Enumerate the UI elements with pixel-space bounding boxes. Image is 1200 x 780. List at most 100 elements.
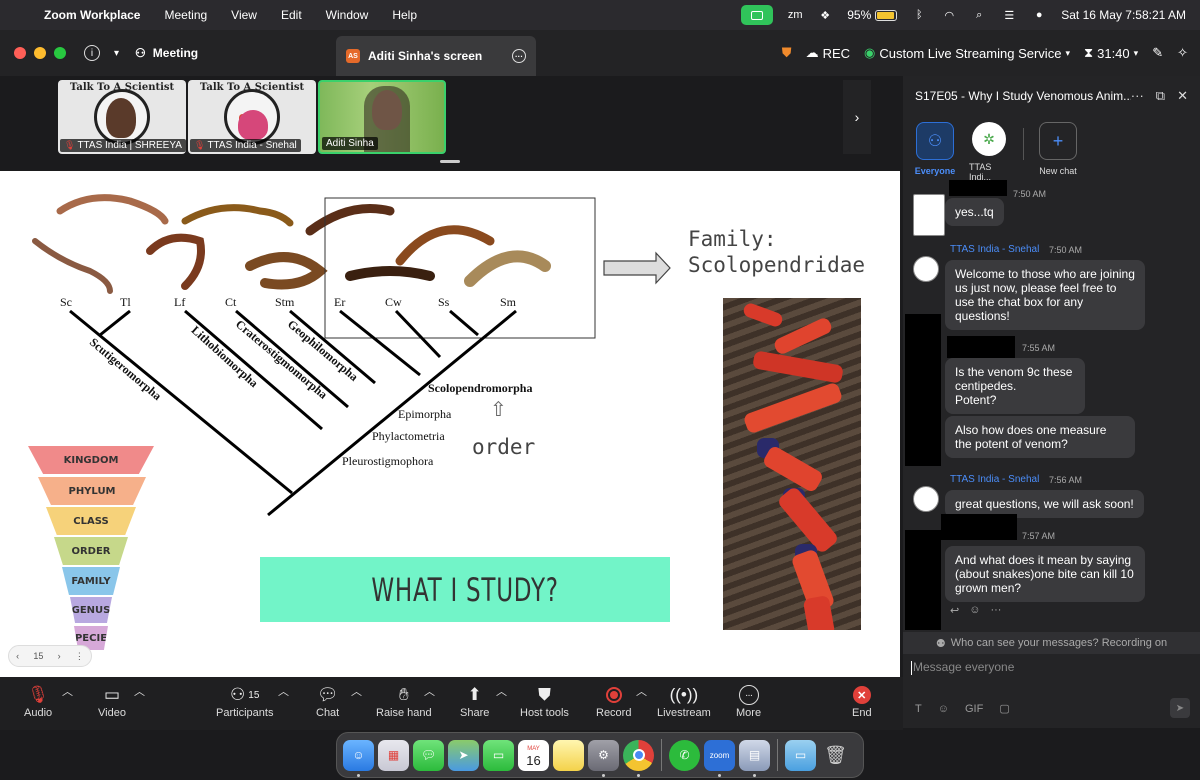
ai-companion-icon[interactable]: ✧ [1177, 45, 1188, 61]
record-button[interactable]: Record [596, 683, 631, 719]
chevron-up-icon[interactable]: ︿ [424, 683, 435, 699]
battery-percent: 95% [847, 8, 872, 22]
chevron-up-icon[interactable]: ︿ [278, 683, 289, 699]
menu-app-name[interactable]: Zoom Workplace [44, 8, 152, 22]
fullscreen-window-button[interactable] [54, 47, 66, 59]
maps-icon[interactable]: ➤ [448, 739, 479, 771]
strip-resize-handle[interactable] [440, 160, 460, 163]
zoom-status-icon[interactable]: zm [787, 8, 803, 22]
close-icon[interactable]: ✕ [1177, 88, 1188, 104]
menu-help[interactable]: Help [392, 8, 429, 22]
participants-button[interactable]: ⚇ 15 Participants [216, 683, 273, 719]
system-settings-icon[interactable]: ⚙ [588, 739, 619, 777]
close-window-button[interactable] [14, 47, 26, 59]
chevron-up-icon[interactable]: ︿ [62, 683, 73, 699]
minimize-window-button[interactable] [34, 47, 46, 59]
recording-indicator[interactable]: ☁ REC [806, 45, 850, 61]
message-sender: TTAS India - Snehal [950, 244, 1040, 255]
messages-icon[interactable]: 💬︎ [413, 739, 444, 771]
chat-input[interactable]: Message everyone [911, 660, 1014, 675]
launchpad-icon[interactable]: ▦ [378, 739, 409, 771]
menu-meeting[interactable]: Meeting [164, 8, 219, 22]
spotlight-search-icon[interactable]: ⌕ [971, 8, 987, 22]
menu-window[interactable]: Window [326, 8, 381, 22]
participant-thumbnail[interactable]: Talk To A Scientist 🎙︎ TTAS India | SHRE… [58, 80, 186, 154]
annotate-pen-icon[interactable]: ✎ [1152, 45, 1163, 61]
more-options-icon[interactable]: ··· [1131, 88, 1144, 104]
control-center-icon[interactable]: ☰ [1001, 8, 1017, 22]
more-options-icon[interactable]: ··· [990, 604, 1001, 617]
shared-slide: Sc Tl Lf Ct Stm Er Cw Ss Sm Scutigeromor… [0, 171, 900, 677]
meeting-controls: 🎙︎ Audio ︿ ▭ Video ︿ ⚇ 15 Participants ︿ … [0, 677, 903, 730]
emoji-react-icon[interactable]: ☺ [969, 604, 980, 617]
trash-icon[interactable]: 🗑︎ [820, 740, 851, 771]
livestream-button[interactable]: ((•)) Livestream [657, 683, 711, 719]
livestream-icon: ((•)) [669, 685, 699, 704]
reply-icon[interactable]: ↩ [950, 604, 959, 617]
zoom-app-icon[interactable]: zoom [704, 739, 735, 777]
facetime-icon[interactable]: ▭ [483, 739, 514, 771]
macos-menubar: Zoom Workplace Meeting View Edit Window … [0, 0, 1200, 30]
whatsapp-icon[interactable]: ✆ [669, 739, 700, 771]
chevron-up-icon[interactable]: ︿ [636, 683, 647, 699]
chevron-right-icon[interactable]: › [843, 80, 871, 154]
send-icon[interactable]: ➤ [1170, 698, 1190, 718]
calendar-icon[interactable]: MAY 16 [518, 739, 549, 771]
emoji-icon[interactable]: ☺ [938, 703, 949, 715]
finder-icon[interactable]: ☺ [343, 739, 374, 777]
chrome-icon[interactable] [623, 739, 654, 777]
chevron-left-icon[interactable]: ‹ [16, 651, 19, 661]
meeting-tab[interactable]: ⚇ Meeting [135, 46, 198, 60]
preview-icon[interactable]: ▤ [739, 739, 770, 777]
control-label: End [852, 707, 872, 719]
active-speaker-thumbnail[interactable]: Aditi Sinha [318, 80, 446, 154]
chevron-up-icon[interactable]: ︿ [496, 683, 507, 699]
chat-button[interactable]: 💬︎ Chat [316, 683, 339, 719]
plus-icon: + [1039, 122, 1077, 160]
wifi-icon[interactable]: ◠ [941, 8, 957, 22]
taxon-label: Sc [60, 295, 72, 309]
notes-icon[interactable] [553, 739, 584, 771]
siri-icon[interactable]: ● [1031, 8, 1047, 22]
file-icon[interactable]: ▢ [999, 702, 1009, 715]
audio-button[interactable]: 🎙︎ Audio [24, 683, 52, 719]
livestream-dropdown[interactable]: ◉ Custom Live Streaming Service ▾ [864, 45, 1070, 61]
menu-view[interactable]: View [231, 8, 269, 22]
channel-label: TTAS Indi... [969, 162, 992, 182]
dropbox-icon[interactable]: ❖ [817, 8, 833, 22]
chevron-up-icon[interactable]: ︿ [134, 683, 145, 699]
video-button[interactable]: ▭ Video [98, 683, 126, 719]
gif-icon[interactable]: GIF [965, 703, 983, 715]
chevron-up-icon[interactable]: ︿ [351, 683, 362, 699]
participant-name: TTAS India - Snehal [207, 140, 297, 151]
bluetooth-icon[interactable]: ᛒ [911, 8, 927, 22]
menu-edit[interactable]: Edit [281, 8, 314, 22]
more-vertical-icon[interactable]: ⋮ [75, 651, 84, 662]
downloads-folder-icon[interactable]: ▭ [785, 739, 816, 771]
end-meeting-button[interactable]: ✕ End [852, 683, 872, 719]
pyramid-phylum: PHYLUM [38, 477, 146, 505]
participant-thumbnail[interactable]: Talk To A Scientist 🎙︎ TTAS India - Sneh… [188, 80, 316, 154]
menubar-status-area: zm ❖ 95% ᛒ ◠ ⌕ ☰ ● Sat 16 May 7:58:21 AM [741, 5, 1200, 25]
more-options-icon[interactable]: ··· [512, 49, 526, 63]
zoom-camera-status-icon[interactable] [741, 5, 774, 25]
meeting-timer[interactable]: ⧗ 31:40 ▾ [1084, 45, 1138, 61]
chevron-down-icon[interactable]: ▾ [114, 48, 119, 59]
battery-status[interactable]: 95% [847, 8, 898, 22]
chat-messages: 7:50 AM yes...tq TTAS India - Snehal 7:5… [903, 180, 1200, 630]
more-button[interactable]: ··· More [736, 683, 761, 719]
privacy-notice[interactable]: ⚉ Who can see your messages? Recording o… [903, 632, 1200, 654]
info-icon[interactable]: i [84, 45, 100, 61]
host-tools-button[interactable]: ⛊ Host tools [520, 683, 569, 719]
menubar-clock[interactable]: Sat 16 May 7:58:21 AM [1061, 8, 1186, 22]
popout-icon[interactable]: ⧉ [1156, 88, 1165, 104]
shared-screen-tab[interactable]: AS Aditi Sinha's screen ··· [336, 36, 536, 76]
share-button[interactable]: ⬆ Share [460, 683, 489, 719]
participant-name-tag: 🎙︎ TTAS India | SHREEYA [60, 139, 186, 152]
text-format-icon[interactable]: T [915, 703, 922, 715]
pyramid-kingdom: KINGDOM [28, 446, 154, 474]
security-shield-icon[interactable]: ⛊ [782, 45, 792, 61]
message-time: 7:50 AM [1013, 189, 1047, 199]
livestream-label: Custom Live Streaming Service [879, 45, 1062, 61]
chevron-right-icon[interactable]: › [58, 651, 61, 661]
